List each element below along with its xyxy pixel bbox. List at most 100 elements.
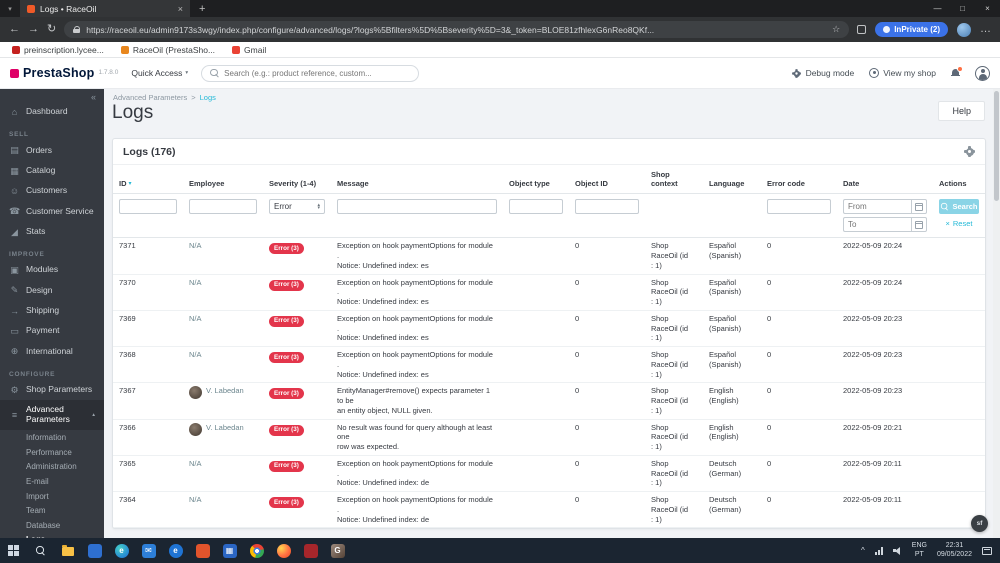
taskbar-app-button[interactable] bbox=[297, 538, 324, 563]
network-icon[interactable] bbox=[874, 546, 883, 555]
sidebar-item[interactable]: ⊕ International bbox=[0, 341, 104, 361]
breadcrumb: Advanced Parameters > Logs bbox=[113, 93, 216, 102]
prestashop-logo[interactable]: PrestaShop 1.7.8.0 bbox=[10, 66, 118, 80]
taskbar-app-button[interactable]: e bbox=[162, 538, 189, 563]
bookmark-item[interactable]: RaceOil (PrestaSho... bbox=[120, 45, 215, 55]
sidebar-item-label: Shipping bbox=[26, 305, 60, 316]
taskbar-app-button[interactable]: ✉ bbox=[135, 538, 162, 563]
close-button[interactable]: × bbox=[975, 0, 1000, 17]
bookmark-item[interactable]: Gmail bbox=[232, 45, 266, 55]
minimize-button[interactable]: — bbox=[925, 0, 950, 17]
inprivate-badge[interactable]: InPrivate (2) bbox=[875, 22, 948, 37]
taskbar-app-icon bbox=[249, 543, 264, 558]
submenu-item[interactable]: Performance bbox=[0, 445, 104, 460]
favorite-star-icon[interactable]: ☆ bbox=[832, 25, 840, 34]
taskbar-app-button[interactable] bbox=[270, 538, 297, 563]
breadcrumb-parent[interactable]: Advanced Parameters bbox=[113, 93, 187, 102]
submenu-item[interactable]: Information bbox=[0, 431, 104, 446]
tab-close-icon[interactable]: × bbox=[178, 4, 183, 14]
sidebar-item[interactable]: ▦ Catalog bbox=[0, 161, 104, 181]
sidebar-item[interactable]: ☺ Customers bbox=[0, 181, 104, 201]
notifications-bell-icon[interactable] bbox=[951, 65, 963, 78]
submenu-item[interactable]: Team bbox=[0, 504, 104, 519]
extensions-icon[interactable] bbox=[857, 25, 867, 34]
taskbar-clock[interactable]: 22:31 09/05/2022 bbox=[937, 542, 972, 559]
sidebar-item[interactable]: ▣ Modules bbox=[0, 260, 104, 280]
severity-filter-select[interactable]: Error ▴ ▾ bbox=[269, 199, 325, 215]
refresh-icon[interactable]: ↻ bbox=[47, 24, 56, 35]
taskbar-app-button[interactable] bbox=[189, 538, 216, 563]
profiler-toggle-button[interactable]: sf bbox=[971, 515, 988, 532]
notification-center-icon[interactable] bbox=[982, 546, 992, 555]
forward-icon[interactable]: → bbox=[28, 24, 39, 35]
column-header-date[interactable]: Date bbox=[837, 165, 933, 193]
back-icon[interactable]: ← bbox=[9, 24, 20, 35]
taskbar-search-button[interactable] bbox=[27, 538, 54, 563]
employee-filter-input[interactable] bbox=[189, 199, 257, 215]
column-header-language[interactable]: Language bbox=[703, 165, 761, 193]
page-scrollbar[interactable] bbox=[993, 89, 1000, 538]
submenu-item[interactable]: Database bbox=[0, 518, 104, 533]
sidebar-item-dashboard[interactable]: ⌂ Dashboard bbox=[0, 102, 104, 122]
calendar-icon[interactable] bbox=[911, 199, 927, 215]
object-type-filter-input[interactable] bbox=[509, 199, 563, 215]
admin-search-input[interactable] bbox=[224, 68, 411, 78]
reset-button[interactable]: × Reset bbox=[939, 217, 979, 230]
column-header-object-type[interactable]: Object type bbox=[503, 165, 569, 193]
language-indicator[interactable]: ENG PT bbox=[912, 542, 927, 559]
bookmark-item[interactable]: preinscription.lycee... bbox=[12, 45, 104, 55]
sidebar-collapse-icon[interactable]: « bbox=[0, 89, 104, 102]
column-header-message[interactable]: Message bbox=[331, 165, 503, 193]
debug-mode-indicator[interactable]: Debug mode bbox=[791, 68, 854, 79]
taskbar-app-button[interactable] bbox=[81, 538, 108, 563]
taskbar-app-button[interactable]: e bbox=[108, 538, 135, 563]
sidebar-item-shop-parameters[interactable]: ⚙ Shop Parameters bbox=[0, 380, 104, 400]
id-filter-input[interactable] bbox=[119, 199, 177, 215]
tab-actions-icon[interactable]: ▾ bbox=[0, 5, 20, 13]
calendar-icon[interactable] bbox=[911, 217, 927, 233]
file-explorer-button[interactable] bbox=[54, 538, 81, 563]
quick-access-dropdown[interactable]: Quick Access ▾ bbox=[131, 68, 188, 78]
address-bar[interactable]: https://raceoil.eu/admin9173s3wgy/index.… bbox=[64, 21, 850, 38]
maximize-button[interactable]: □ bbox=[950, 0, 975, 17]
sidebar-item[interactable]: ☎ Customer Service bbox=[0, 201, 104, 221]
date-from-input[interactable] bbox=[843, 199, 911, 215]
object-id-filter-input[interactable] bbox=[575, 199, 639, 215]
sidebar-item[interactable]: ▤ Orders bbox=[0, 140, 104, 160]
browser-menu-icon[interactable]: … bbox=[980, 24, 991, 35]
search-button[interactable]: Search bbox=[939, 199, 979, 215]
error-code-filter-input[interactable] bbox=[767, 199, 831, 215]
browser-profile-avatar[interactable] bbox=[957, 22, 971, 37]
hidden-icons-chevron[interactable]: ^ bbox=[861, 546, 865, 555]
sidebar-item-advanced-parameters[interactable]: ≡ Advanced Parameters ▴ bbox=[0, 400, 104, 430]
sidebar-item[interactable]: ✎ Design bbox=[0, 280, 104, 300]
sidebar-item[interactable]: ◢ Stats bbox=[0, 222, 104, 242]
help-button[interactable]: Help bbox=[938, 101, 985, 121]
submenu-item[interactable]: Import bbox=[0, 489, 104, 504]
volume-icon[interactable] bbox=[892, 546, 902, 555]
view-my-shop-link[interactable]: View my shop bbox=[869, 68, 936, 78]
grid-settings-icon[interactable] bbox=[964, 146, 975, 157]
column-header-error-code[interactable]: Error code bbox=[761, 165, 837, 193]
message-filter-input[interactable] bbox=[337, 199, 497, 215]
submenu-item[interactable]: Administration bbox=[0, 460, 104, 475]
sidebar-item[interactable]: ▭ Payment bbox=[0, 321, 104, 341]
column-header-id[interactable]: ID ▾ bbox=[113, 165, 183, 193]
start-button[interactable] bbox=[0, 538, 27, 563]
profile-icon[interactable] bbox=[975, 65, 990, 81]
column-header-object-id[interactable]: Object ID bbox=[569, 165, 645, 193]
scrollbar-thumb[interactable] bbox=[994, 91, 999, 201]
taskbar-app-button[interactable] bbox=[243, 538, 270, 563]
taskbar-app-button[interactable]: G bbox=[324, 538, 351, 563]
admin-search-bar[interactable] bbox=[201, 64, 420, 82]
sidebar-item[interactable]: → Shipping bbox=[0, 301, 104, 321]
object-id-cell: 0 bbox=[575, 277, 580, 287]
browser-tab[interactable]: Logs • RaceOil × bbox=[20, 0, 190, 17]
new-tab-button[interactable]: + bbox=[199, 3, 205, 15]
column-header-employee[interactable]: Employee bbox=[183, 165, 263, 193]
date-to-input[interactable] bbox=[843, 217, 911, 233]
submenu-item[interactable]: E-mail bbox=[0, 474, 104, 489]
search-icon bbox=[210, 68, 219, 78]
column-header-severity[interactable]: Severity (1-4) bbox=[263, 165, 331, 193]
taskbar-app-button[interactable]: ▦ bbox=[216, 538, 243, 563]
